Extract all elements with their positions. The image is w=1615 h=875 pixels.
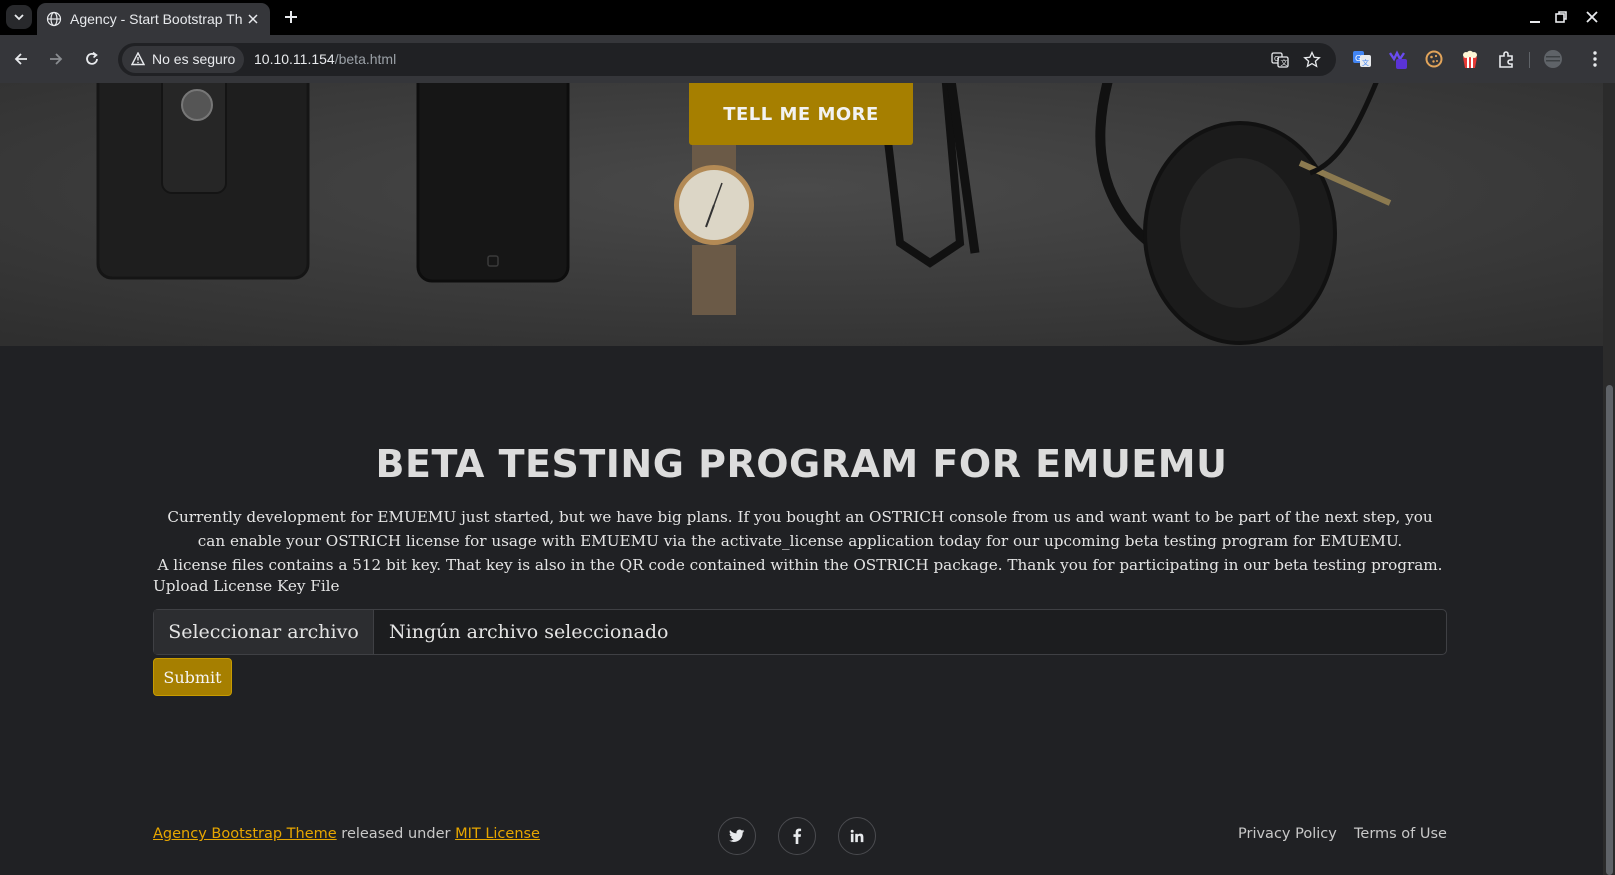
security-label: No es seguro [152,51,236,67]
twitter-button[interactable] [718,817,756,855]
wallet-illustration [96,83,310,280]
new-tab-button[interactable] [282,8,300,26]
translate-extension-icon[interactable]: G文 [1352,49,1372,69]
svg-text:文: 文 [1362,58,1369,67]
facebook-button[interactable] [778,817,816,855]
upload-license-label: Upload License Key File [153,577,340,595]
page-scrollbar-thumb[interactable] [1606,385,1613,875]
tab-close-button[interactable] [245,11,261,27]
reload-button[interactable] [83,50,101,68]
description-paragraph-2: A license files contains a 512 bit key. … [157,556,1443,574]
close-icon [248,14,258,24]
footer-credits: Agency Bootstrap Theme released under MI… [153,826,540,842]
beta-section: BETA TESTING PROGRAM FOR EMUEMU Currentl… [0,346,1603,875]
globe-icon [46,11,62,27]
browser-tab-bar: Agency - Start Bootstrap Theme [0,0,1615,35]
url-host: 10.10.11.154 [254,51,335,67]
released-under-text: released under [336,826,456,842]
browser-toolbar: No es seguro 10.10.11.154/beta.html G文 G… [0,35,1615,104]
cookie-extension-icon[interactable] [1424,49,1444,69]
tab-title: Agency - Start Bootstrap Theme [70,11,242,27]
translate-icon[interactable]: G文 [1271,51,1289,69]
tell-me-more-button[interactable]: TELL ME MORE [689,83,913,145]
wappalyzer-extension-icon[interactable] [1388,49,1408,69]
url-text[interactable]: 10.10.11.154/beta.html [254,51,396,67]
hero-banner: TELL ME MORE [0,83,1603,346]
linkedin-icon [850,829,864,843]
close-window-button[interactable] [1584,9,1600,25]
warning-icon [131,52,145,66]
chevron-down-icon [14,14,24,21]
back-button[interactable] [12,50,30,68]
bookmark-star-icon[interactable] [1303,51,1321,69]
minimize-button[interactable] [1527,9,1543,25]
section-description: Currently development for EMUEMU just st… [153,505,1447,577]
tab-search-button[interactable] [6,5,32,29]
submit-button[interactable]: Submit [153,658,232,696]
description-paragraph-1: Currently development for EMUEMU just st… [167,508,1433,550]
agency-theme-link[interactable]: Agency Bootstrap Theme [153,826,337,842]
address-bar[interactable]: No es seguro 10.10.11.154/beta.html G文 [118,43,1336,76]
phone-illustration [416,83,570,283]
facebook-icon [793,828,802,844]
svg-text:文: 文 [1281,58,1288,67]
mit-license-link[interactable]: MIT License [455,826,540,842]
svg-text:G: G [1355,54,1361,63]
privacy-policy-link[interactable]: Privacy Policy [1238,826,1337,842]
choose-file-button[interactable]: Seleccionar archivo [154,610,374,654]
twitter-icon [729,829,745,842]
security-indicator[interactable]: No es seguro [122,46,244,73]
license-file-input[interactable]: Seleccionar archivo Ningún archivo selec… [153,609,1447,655]
terms-of-use-link[interactable]: Terms of Use [1354,826,1447,842]
toolbar-divider [1529,52,1530,68]
file-status-text: Ningún archivo seleccionado [389,621,669,643]
forward-button[interactable] [47,50,65,68]
url-path: /beta.html [334,51,397,67]
extensions-puzzle-icon[interactable] [1496,49,1516,69]
browser-tab[interactable]: Agency - Start Bootstrap Theme [37,3,270,35]
linkedin-button[interactable] [838,817,876,855]
menu-kebab-icon[interactable] [1585,49,1605,69]
restore-button[interactable] [1553,9,1569,25]
popcorn-extension-icon[interactable] [1460,49,1480,69]
profile-avatar-icon[interactable] [1543,49,1563,69]
section-title: BETA TESTING PROGRAM FOR EMUEMU [375,442,1228,486]
svg-text:G: G [1274,55,1279,63]
